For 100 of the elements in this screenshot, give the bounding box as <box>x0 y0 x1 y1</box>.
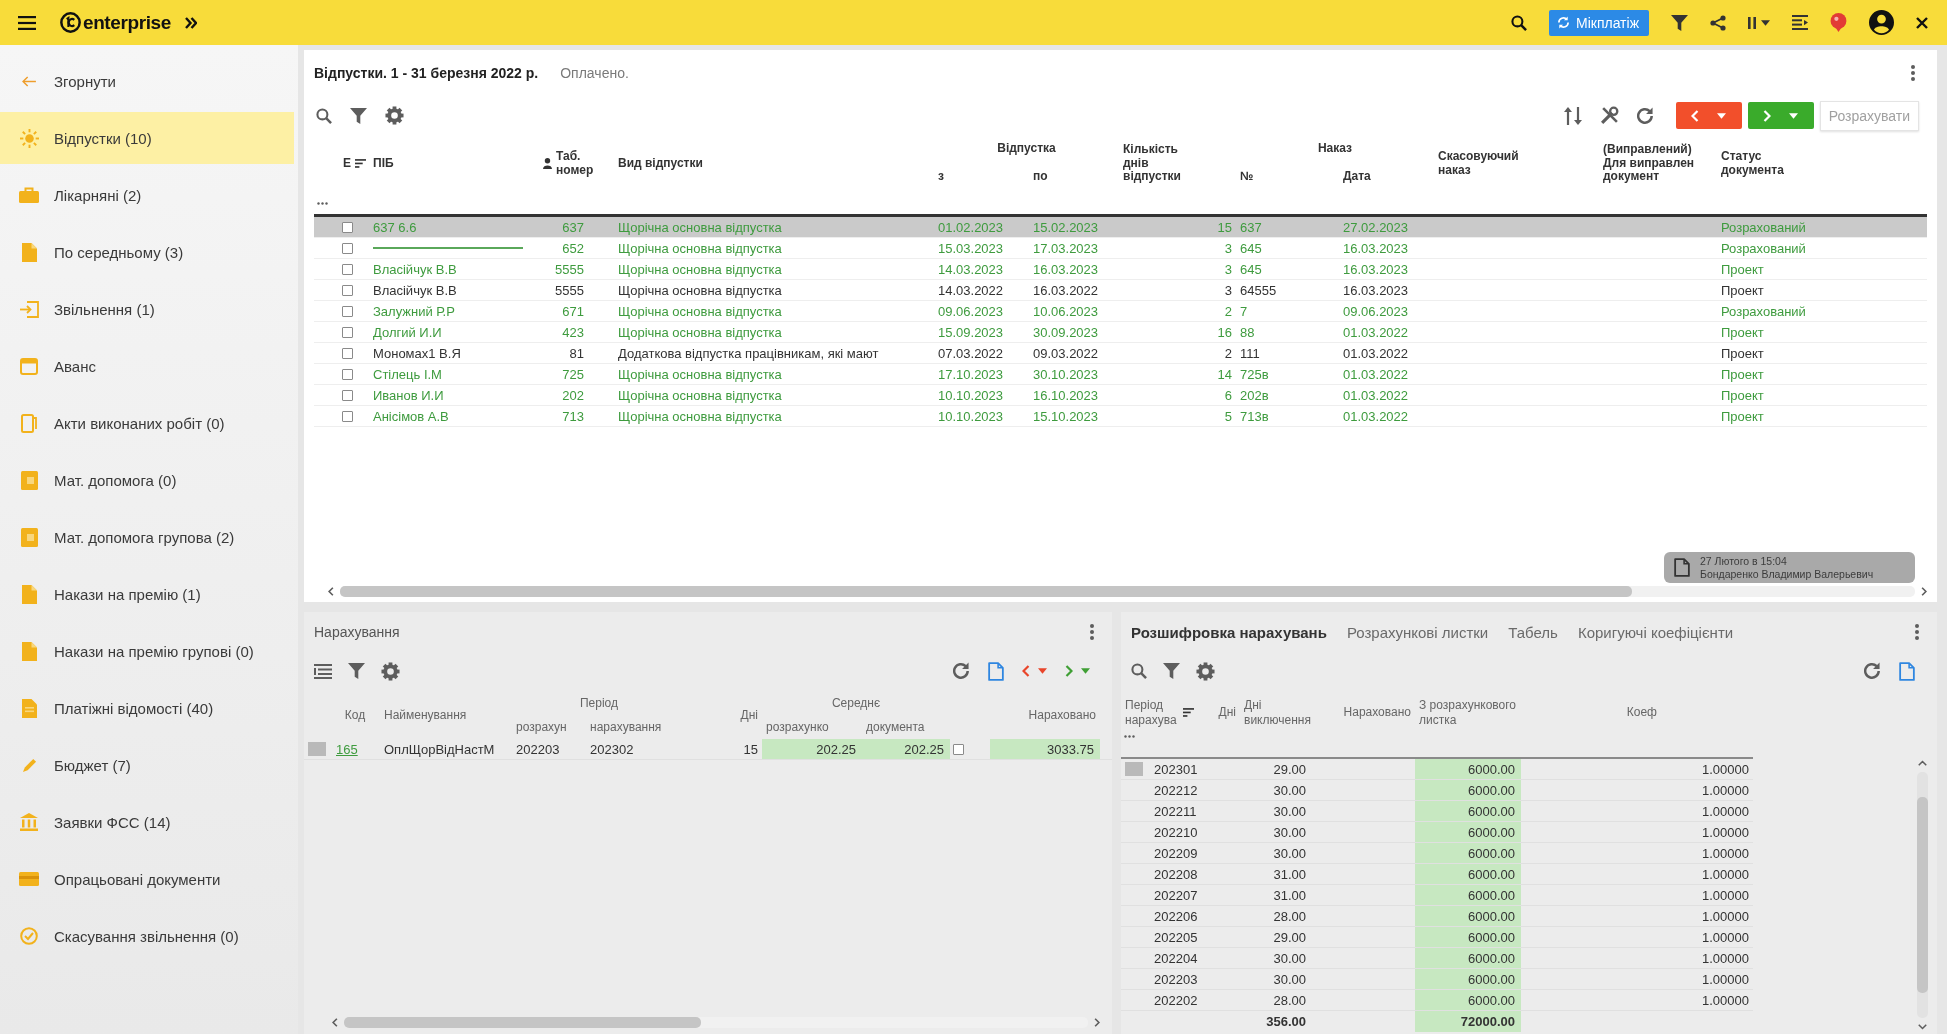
table-row[interactable]: 202210 30.00 6000.00 1.00000 <box>1121 822 1753 843</box>
sidebar-item[interactable]: Акти виконаних робіт (0) <box>0 397 294 449</box>
column-header[interactable]: Середнє <box>762 695 950 710</box>
column-header[interactable]: Кількість днів відпустки <box>1119 142 1236 185</box>
sort-arrows-icon[interactable] <box>1563 106 1582 125</box>
collapse-button[interactable]: Згорнути <box>0 55 294 107</box>
table-row[interactable]: 202202 28.00 6000.00 1.00000 <box>1121 990 1753 1011</box>
sidebar-item[interactable]: Відпустки (10) <box>0 112 294 164</box>
caret-icon[interactable] <box>1761 19 1770 26</box>
chevron-left-icon[interactable] <box>332 1017 338 1027</box>
double-chevron-icon[interactable] <box>184 16 197 29</box>
checkbox[interactable] <box>342 347 353 359</box>
table-row[interactable]: Власійчук В.В 5555 Щорічна основна відпустка 14.03.2023 16.03.2023 3 645 16.03.2023 Проект <box>314 259 1927 280</box>
previous-button[interactable] <box>1675 102 1742 129</box>
tab[interactable]: Розрахункові листки <box>1346 623 1489 641</box>
chevron-left-icon[interactable] <box>1022 665 1030 677</box>
table-row[interactable]: 652 Щорічна основна відпустка 15.03.2023 17.03.2023 3 645 16.03.2023 Розрахований <box>314 238 1927 259</box>
organization-button[interactable]: Мікплатіж <box>1549 9 1649 36</box>
document-icon[interactable] <box>988 661 1004 681</box>
column-header[interactable]: Наказ <box>1236 141 1434 156</box>
share-icon[interactable] <box>1710 14 1726 31</box>
checkbox[interactable] <box>342 389 353 401</box>
checkbox[interactable] <box>342 410 353 422</box>
checkbox[interactable] <box>342 221 353 233</box>
scrollbar-thumb[interactable] <box>340 585 1632 597</box>
sidebar-item[interactable]: Опрацьовані документи <box>0 853 294 905</box>
column-header[interactable]: Дата <box>1339 170 1434 184</box>
table-row[interactable]: Власійчук В.В 5555 Щорічна основна відпустка 14.03.2022 16.03.2022 3 64555 16.03.2023 Проект <box>314 280 1927 301</box>
sidebar-item[interactable]: Лікарняні (2) <box>0 169 294 221</box>
sort-icon[interactable] <box>1182 708 1194 717</box>
column-header[interactable]: Вид відпустки <box>614 156 934 171</box>
ellipsis-icon[interactable] <box>1124 735 1135 738</box>
scrollbar-thumb[interactable] <box>344 1016 702 1028</box>
checkbox[interactable] <box>342 263 353 275</box>
vertical-scrollbar[interactable] <box>1916 772 1928 1018</box>
close-icon[interactable] <box>1916 16 1928 29</box>
column-header[interactable]: нарахування <box>586 720 686 734</box>
chevron-up-icon[interactable] <box>1917 760 1927 766</box>
filter-icon[interactable] <box>1163 663 1180 679</box>
more-icon[interactable] <box>1911 65 1915 81</box>
account-icon[interactable] <box>1869 10 1894 35</box>
column-header[interactable]: Скасовуючий наказ <box>1434 149 1599 178</box>
refresh-icon[interactable] <box>1864 662 1881 680</box>
table-row[interactable]: 165 ОплЩорВідНастМ 202203 202302 15 202.25 202.25 3033.75 <box>304 739 1112 760</box>
chevron-left-icon[interactable] <box>328 586 334 596</box>
filter-icon[interactable] <box>350 107 367 124</box>
tab[interactable]: Коригуючі коефіцієнти <box>1577 623 1734 641</box>
more-icon[interactable] <box>1090 624 1094 640</box>
column-header[interactable]: Дні <box>686 707 762 722</box>
search-icon[interactable] <box>1511 14 1527 31</box>
table-row[interactable]: 202301 29.00 6000.00 1.00000 <box>1121 759 1753 780</box>
column-header[interactable]: (Виправлений) Для виправлен документ <box>1599 142 1717 185</box>
column-header[interactable]: з <box>934 170 1029 184</box>
sidebar-item[interactable]: Мат. допомога групова (2) <box>0 511 294 563</box>
table-row[interactable]: 202205 29.00 6000.00 1.00000 <box>1121 927 1753 948</box>
list-settings-icon[interactable] <box>314 663 332 679</box>
horizontal-scrollbar[interactable] <box>344 1016 1088 1028</box>
column-header[interactable]: Е <box>343 156 351 171</box>
table-row[interactable]: Залужний Р.Р 671 Щорічна основна відпустка 09.06.2023 10.06.2023 2 7 09.06.2023 Розрахований <box>314 301 1927 322</box>
column-header[interactable]: Код <box>330 707 380 722</box>
checkbox[interactable] <box>342 242 353 254</box>
tools-icon[interactable] <box>1599 106 1619 125</box>
table-row[interactable]: 202209 30.00 6000.00 1.00000 <box>1121 843 1753 864</box>
next-button[interactable] <box>1747 102 1814 129</box>
table-row[interactable]: Анісімов А.В 713 Щорічна основна відпустка 10.10.2023 15.10.2023 5 713в 01.03.2022 Проект <box>314 406 1927 427</box>
tab[interactable]: Табель <box>1508 623 1558 641</box>
sidebar-item[interactable]: Звільнення (1) <box>0 283 294 335</box>
sidebar-item[interactable]: Скасування звільнення (0) <box>0 910 294 962</box>
table-row[interactable]: 202207 31.00 6000.00 1.00000 <box>1121 885 1753 906</box>
checkbox[interactable] <box>342 284 353 296</box>
refresh-icon[interactable] <box>1636 106 1654 125</box>
more-icon[interactable] <box>1915 624 1919 640</box>
column-header[interactable]: Нараховано <box>990 707 1100 722</box>
chevron-right-icon[interactable] <box>1094 1017 1100 1027</box>
filter-icon[interactable] <box>1671 14 1688 31</box>
chevron-right-icon[interactable] <box>1065 665 1073 677</box>
table-row[interactable]: 202211 30.00 6000.00 1.00000 <box>1121 801 1753 822</box>
notification[interactable]: 27 Лютого в 15:04 Бондаренко Владимир Валерьевич <box>1664 552 1915 583</box>
checkbox[interactable] <box>342 305 353 317</box>
column-header[interactable]: Статус документа <box>1717 149 1927 178</box>
ellipsis-icon[interactable] <box>317 201 328 205</box>
settings-icon[interactable] <box>385 106 404 125</box>
sort-lines-icon[interactable] <box>355 159 366 168</box>
notification-icon[interactable] <box>1830 13 1847 32</box>
sidebar-item[interactable]: Бюджет (7) <box>0 739 294 791</box>
column-header[interactable]: по <box>1029 170 1119 184</box>
table-row[interactable]: Мономах1 В.Я 81 Додаткова відпустка працівникам, які мают 07.03.2022 09.03.2022 2 111 01.03.2022 Проект <box>314 343 1927 364</box>
pause-icon[interactable] <box>1748 16 1756 29</box>
column-header[interactable]: ПІБ <box>369 156 539 171</box>
checkbox[interactable] <box>342 326 353 338</box>
column-header[interactable]: № <box>1236 170 1339 184</box>
chevron-right-icon[interactable] <box>1921 586 1927 596</box>
column-header[interactable]: розрахунко <box>762 720 862 734</box>
filter-icon[interactable] <box>348 663 365 679</box>
document-icon[interactable] <box>1899 661 1915 681</box>
checkbox[interactable] <box>342 368 353 380</box>
sidebar-item[interactable]: Заявки ФСС (14) <box>0 796 294 848</box>
table-row[interactable]: 202212 30.00 6000.00 1.00000 <box>1121 780 1753 801</box>
sidebar-item[interactable]: Накази на премію (1) <box>0 568 294 620</box>
column-header[interactable]: розрахун <box>512 720 586 734</box>
